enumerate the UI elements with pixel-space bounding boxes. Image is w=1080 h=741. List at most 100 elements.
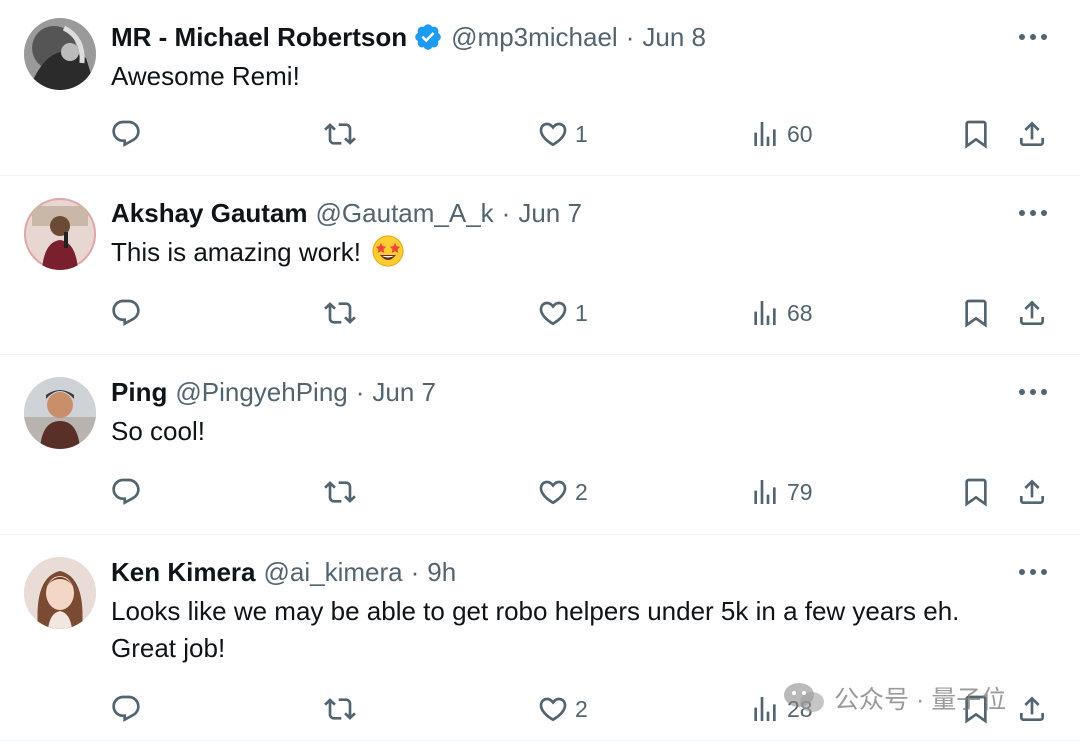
- tweet-header: Akshay Gautam @Gautam_A_k · Jun 7: [111, 196, 582, 230]
- like-button[interactable]: 1: [537, 114, 588, 154]
- views-count: 60: [787, 120, 813, 147]
- views-button[interactable]: 60: [749, 114, 813, 154]
- more-icon[interactable]: [1016, 22, 1050, 52]
- avatar[interactable]: [24, 557, 96, 629]
- bookmark-button[interactable]: [960, 114, 992, 154]
- views-button[interactable]: 28: [749, 689, 813, 729]
- more-icon[interactable]: [1016, 198, 1050, 228]
- tweet-1[interactable]: MR - Michael Robertson @mp3michael · Jun…: [0, 0, 1080, 176]
- author-name[interactable]: Ken Kimera: [111, 555, 256, 589]
- action-bar: 2 28: [0, 689, 1080, 729]
- tweet-timestamp[interactable]: Jun 8: [642, 20, 706, 54]
- views-icon: [754, 697, 776, 721]
- views-icon: [754, 122, 776, 146]
- heart-icon: [539, 301, 567, 326]
- views-button[interactable]: 79: [749, 472, 813, 512]
- author-handle[interactable]: @PingyehPing: [175, 375, 347, 409]
- bookmark-icon: [965, 299, 987, 328]
- action-bar: 1 60: [0, 114, 1080, 154]
- reply-icon: [112, 120, 140, 147]
- retweet-icon: [324, 481, 356, 503]
- more-icon[interactable]: [1016, 377, 1050, 407]
- verified-badge-icon: [413, 22, 443, 52]
- views-count: 79: [787, 478, 813, 505]
- retweet-button[interactable]: [324, 689, 362, 729]
- author-name[interactable]: Ping: [111, 375, 167, 409]
- avatar-image: [24, 198, 96, 270]
- author-handle[interactable]: @mp3michael: [451, 20, 618, 54]
- retweet-button[interactable]: [324, 293, 362, 333]
- views-count: 28: [787, 695, 813, 722]
- reply-icon: [112, 478, 140, 505]
- avatar-image: [24, 557, 96, 629]
- reply-icon: [112, 299, 140, 326]
- tweet-text-container: This is amazing work!: [111, 234, 1020, 271]
- reply-button[interactable]: [110, 472, 148, 512]
- bookmark-icon: [965, 695, 987, 724]
- separator-dot: ·: [355, 377, 365, 407]
- retweet-icon: [324, 123, 356, 145]
- tweet-timestamp[interactable]: Jun 7: [518, 196, 582, 230]
- like-button[interactable]: 1: [537, 293, 588, 333]
- tweet-text: Looks like we may be able to get robo he…: [111, 596, 960, 663]
- author-handle[interactable]: @Gautam_A_k: [316, 196, 494, 230]
- retweet-button[interactable]: [324, 114, 362, 154]
- like-count: 1: [575, 299, 588, 326]
- views-icon: [754, 301, 776, 325]
- share-icon: [1020, 696, 1044, 721]
- separator-dot: ·: [625, 22, 635, 52]
- more-icon[interactable]: [1016, 557, 1050, 587]
- tweet-timestamp[interactable]: Jun 7: [372, 375, 436, 409]
- like-button[interactable]: 2: [537, 689, 588, 729]
- tweet-3[interactable]: Ping @PingyehPing · Jun 7 So cool! 2 79: [0, 355, 1080, 535]
- views-count: 68: [787, 299, 813, 326]
- share-icon: [1020, 121, 1044, 146]
- tweet-4[interactable]: Ken Kimera @ai_kimera · 9h Looks like we…: [0, 535, 1080, 741]
- author-name[interactable]: MR - Michael Robertson: [111, 20, 407, 54]
- like-count: 2: [575, 478, 588, 505]
- retweet-button[interactable]: [324, 472, 362, 512]
- share-icon: [1020, 479, 1044, 504]
- action-bar: 2 79: [0, 472, 1080, 512]
- tweet-2[interactable]: Akshay Gautam @Gautam_A_k · Jun 7 This i…: [0, 176, 1080, 355]
- bookmark-button[interactable]: [960, 472, 992, 512]
- retweet-icon: [324, 698, 356, 720]
- tweet-header: Ken Kimera @ai_kimera · 9h: [111, 555, 456, 589]
- share-icon: [1020, 300, 1044, 325]
- share-button[interactable]: [1016, 114, 1048, 154]
- separator-dot: ·: [501, 198, 511, 228]
- heart-icon: [539, 697, 567, 722]
- reply-button[interactable]: [110, 689, 148, 729]
- tweet-timestamp[interactable]: 9h: [427, 555, 456, 589]
- star-struck-emoji-icon: [372, 235, 404, 267]
- share-button[interactable]: [1016, 689, 1048, 729]
- avatar[interactable]: [24, 198, 96, 270]
- heart-icon: [539, 122, 567, 147]
- heart-icon: [539, 480, 567, 505]
- bookmark-icon: [965, 120, 987, 149]
- reply-feed: MR - Michael Robertson @mp3michael · Jun…: [0, 0, 1080, 741]
- avatar-image: [24, 377, 96, 449]
- avatar[interactable]: [24, 377, 96, 449]
- like-count: 2: [575, 695, 588, 722]
- share-button[interactable]: [1016, 293, 1048, 333]
- tweet-text: So cool!: [111, 416, 205, 446]
- action-bar: 1 68: [0, 293, 1080, 333]
- tweet-text: This is amazing work!: [111, 237, 361, 267]
- retweet-icon: [324, 302, 356, 324]
- reply-button[interactable]: [110, 114, 148, 154]
- avatar[interactable]: [24, 18, 96, 90]
- author-handle[interactable]: @ai_kimera: [264, 555, 403, 589]
- views-icon: [754, 480, 776, 504]
- like-count: 1: [575, 120, 588, 147]
- bookmark-button[interactable]: [960, 293, 992, 333]
- reply-button[interactable]: [110, 293, 148, 333]
- share-button[interactable]: [1016, 472, 1048, 512]
- bookmark-icon: [965, 478, 987, 507]
- author-name[interactable]: Akshay Gautam: [111, 196, 308, 230]
- like-button[interactable]: 2: [537, 472, 588, 512]
- tweet-header: Ping @PingyehPing · Jun 7: [111, 375, 436, 409]
- bookmark-button[interactable]: [960, 689, 992, 729]
- views-button[interactable]: 68: [749, 293, 813, 333]
- avatar-image: [24, 18, 96, 90]
